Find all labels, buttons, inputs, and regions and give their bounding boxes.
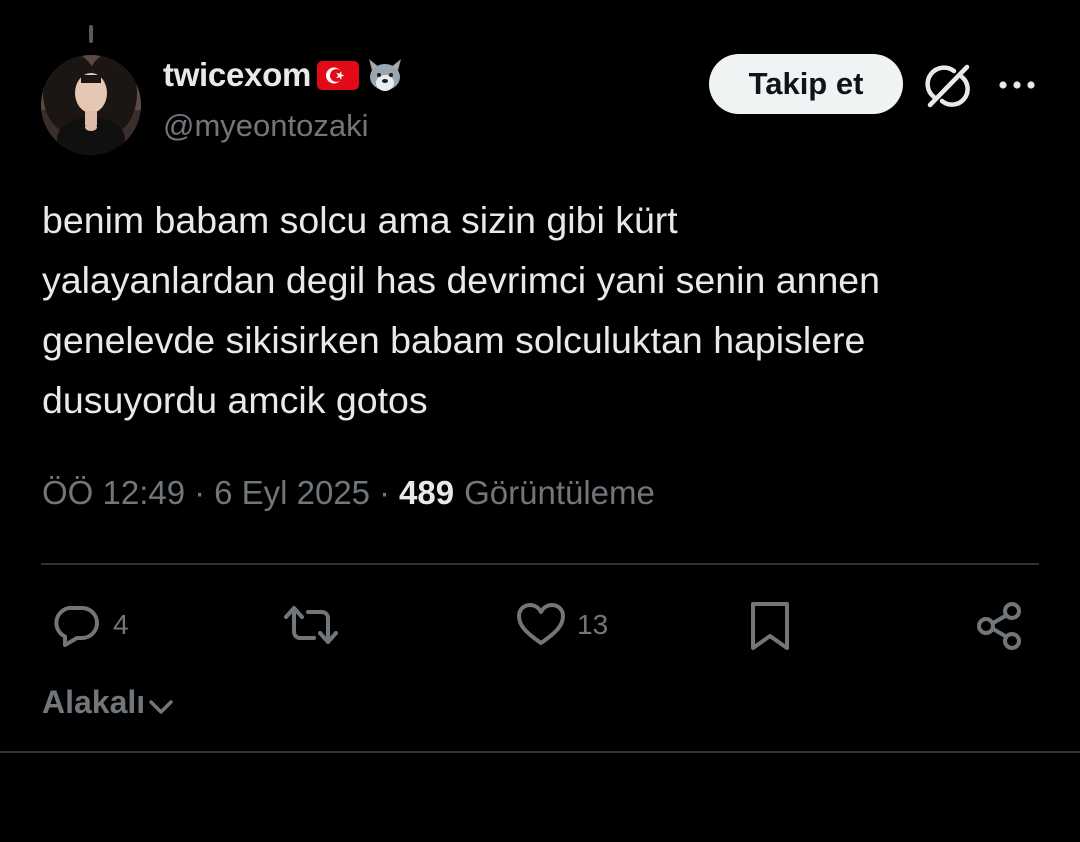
like-button[interactable]: 13	[515, 600, 608, 650]
tweet-meta: ÖÖ 12:49 · 6 Eyl 2025 · 489 Görüntüleme	[42, 474, 655, 512]
repost-button[interactable]	[283, 600, 349, 650]
sort-dropdown[interactable]: Alakalı	[42, 684, 175, 721]
author-name-row[interactable]: twicexom	[163, 55, 405, 95]
follow-button[interactable]: Takip et	[709, 54, 903, 114]
tweet-text: benim babam solcu ama sizin gibi kürt ya…	[42, 199, 881, 421]
meta-separator: ·	[194, 474, 206, 511]
repost-icon	[284, 606, 338, 644]
display-name[interactable]: twicexom	[163, 56, 311, 94]
divider	[0, 751, 1080, 753]
thread-connector-line	[89, 25, 93, 43]
views-label: Görüntüleme	[464, 474, 655, 511]
share-icon	[977, 602, 1021, 650]
views-count[interactable]: 489	[399, 474, 454, 512]
tweet-date[interactable]: 6 Eyl 2025	[214, 474, 370, 512]
avatar-image	[41, 55, 141, 155]
sort-label: Alakalı	[42, 684, 146, 720]
chevron-down-icon	[149, 699, 173, 714]
bookmark-button[interactable]	[747, 600, 793, 654]
meta-separator: ·	[379, 474, 391, 511]
more-icon[interactable]	[995, 68, 1039, 102]
share-button[interactable]	[974, 600, 1026, 652]
author-handle[interactable]: @myeontozaki	[163, 108, 369, 144]
like-count: 13	[577, 609, 609, 640]
reply-button[interactable]: 4	[53, 600, 129, 650]
turkey-flag-icon	[317, 60, 359, 90]
reply-icon	[54, 605, 99, 647]
divider	[41, 563, 1039, 565]
reply-count: 4	[113, 609, 129, 640]
avatar[interactable]	[41, 55, 141, 155]
tweet-time[interactable]: ÖÖ 12:49	[42, 474, 185, 512]
wolf-icon	[369, 59, 401, 91]
bookmark-icon	[751, 602, 789, 650]
heart-icon	[517, 603, 565, 645]
grok-icon[interactable]	[924, 61, 972, 109]
